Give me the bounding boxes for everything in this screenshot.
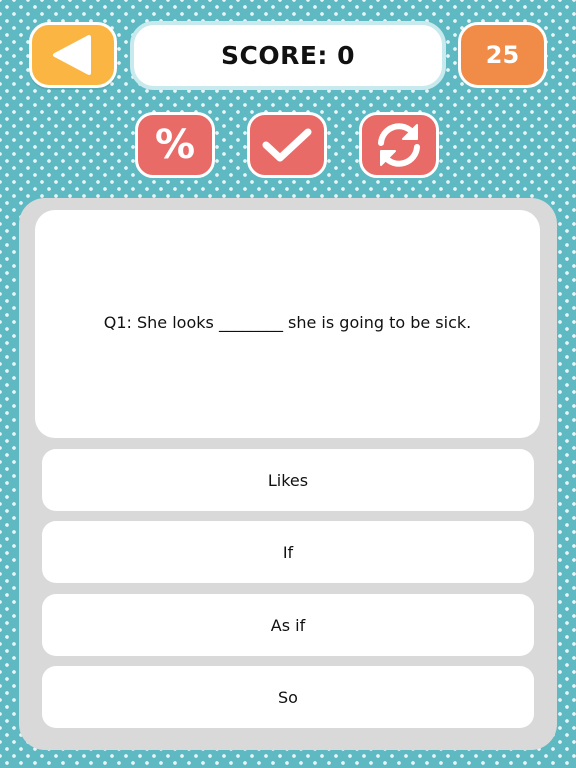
answer-label: Likes [267,470,309,490]
answer-label: So [278,687,298,707]
percent-icon: % [154,122,196,168]
answer-option-so[interactable]: So [42,666,534,728]
score-text: SCORE: 0 [220,41,356,70]
answer-label: If [282,542,294,562]
answer-label: As if [270,615,306,635]
back-arrow-icon [53,35,91,75]
answer-option-if[interactable]: If [42,521,534,583]
refresh-icon [378,123,420,167]
question-card: Q1: She looks ________ she is going to b… [35,210,540,438]
timer-display: 25 [458,22,547,88]
question-text: Q1: She looks ________ she is going to b… [103,312,472,332]
back-button[interactable] [29,22,117,88]
percent-button[interactable]: % [135,112,215,178]
answer-option-as-if[interactable]: As if [42,594,534,656]
check-button[interactable] [247,112,327,178]
timer-value: 25 [485,41,520,69]
refresh-button[interactable] [359,112,439,178]
answer-option-likes[interactable]: Likes [42,449,534,511]
score-display: SCORE: 0 [130,21,446,90]
checkmark-icon [262,128,312,162]
